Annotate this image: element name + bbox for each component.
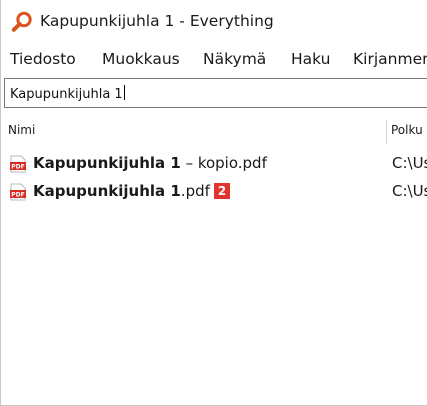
everything-window: Kapupunkijuhla 1 - Everything Tiedosto M… (0, 0, 427, 406)
file-name-rest: .pdf (180, 182, 210, 200)
result-file-name: Kapupunkijuhla 1 – kopio.pdf (33, 154, 267, 172)
result-file-name: Kapupunkijuhla 1.pdf 2 (33, 182, 231, 200)
annotation-badge: 2 (213, 183, 231, 199)
file-name-rest: – kopio.pdf (180, 154, 267, 172)
search-input[interactable]: Kapupunkijuhla 1 (4, 78, 427, 108)
pdf-icon: PDF (9, 183, 27, 201)
svg-text:PDF: PDF (11, 192, 24, 199)
svg-text:PDF: PDF (11, 164, 24, 171)
title-bar[interactable]: Kapupunkijuhla 1 - Everything (1, 0, 427, 42)
results-header: Nimi Polku (1, 118, 427, 144)
menu-item-tiedosto[interactable]: Tiedosto (10, 50, 76, 68)
menu-item-kirjanmerkit[interactable]: Kirjanmerkit (353, 50, 427, 68)
search-query-text: Kapupunkijuhla 1 (10, 87, 123, 102)
menu-item-muokkaus[interactable]: Muokkaus (102, 50, 180, 68)
menu-item-haku[interactable]: Haku (291, 50, 330, 68)
text-caret (123, 85, 125, 100)
column-header-name[interactable]: Nimi (8, 123, 35, 137)
window-title: Kapupunkijuhla 1 - Everything (40, 12, 274, 30)
menu-item-nakyma[interactable]: Näkymä (203, 50, 266, 68)
search-input-value: Kapupunkijuhla 1 (10, 85, 125, 102)
menu-bar: Tiedosto Muokkaus Näkymä Haku Kirjanmerk… (1, 46, 427, 74)
column-header-path[interactable]: Polku (391, 123, 423, 137)
result-file-path: C:\Users (392, 154, 427, 172)
highlighted-match: Kapupunkijuhla 1 (33, 182, 181, 200)
column-divider[interactable] (386, 120, 387, 144)
highlighted-match: Kapupunkijuhla 1 (33, 154, 181, 172)
result-row[interactable]: PDF Kapupunkijuhla 1.pdf2 C:\Users (1, 180, 427, 204)
pdf-icon: PDF (9, 155, 27, 173)
magnifier-icon (11, 11, 33, 33)
result-file-path: C:\Users (392, 182, 427, 200)
result-row[interactable]: PDF Kapupunkijuhla 1 – kopio.pdf C:\User… (1, 152, 427, 176)
